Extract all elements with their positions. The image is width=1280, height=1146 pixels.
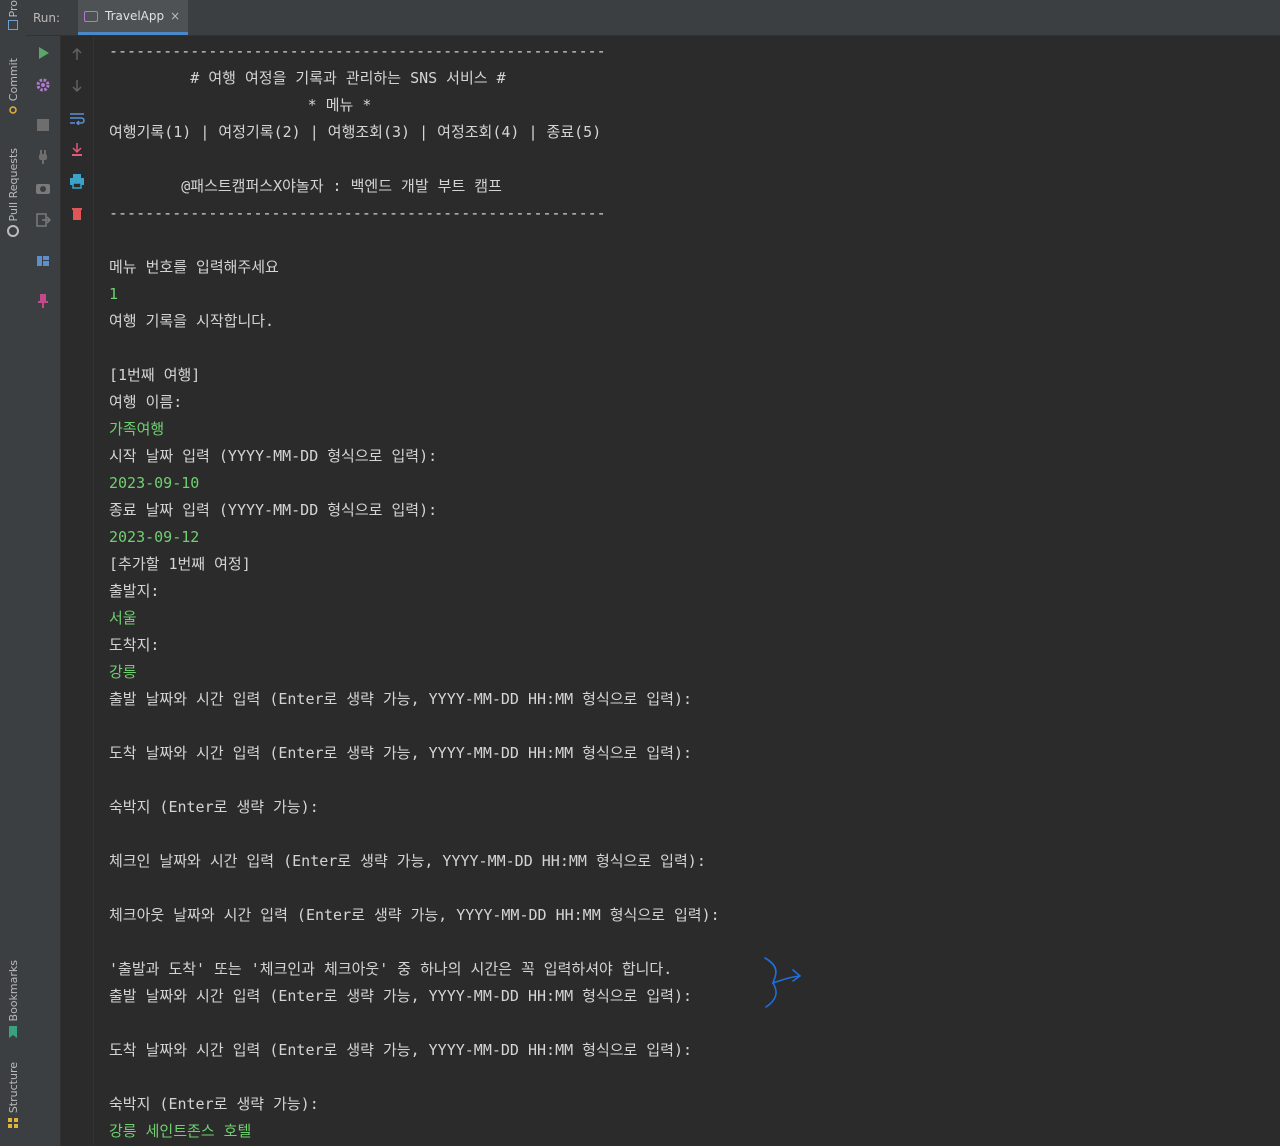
console-output[interactable]: ----------------------------------------… — [109, 38, 1280, 1146]
stop-button[interactable] — [26, 113, 60, 137]
console-output-line: 도착 날짜와 시간 입력 (Enter로 생략 가능, YYYY-MM-DD H… — [109, 744, 693, 762]
console-output-line: 출발 날짜와 시간 입력 (Enter로 생략 가능, YYYY-MM-DD H… — [109, 987, 693, 1005]
console-input-line: 2023-09-10 — [109, 474, 200, 492]
console-output-line: 종료 날짜 입력 (YYYY-MM-DD 형식으로 입력): — [109, 501, 438, 519]
github-icon — [7, 225, 19, 238]
exit-button[interactable] — [26, 208, 60, 232]
console-output-line: 여행 이름: — [109, 393, 183, 411]
console-output-line: 도착지: — [109, 636, 160, 654]
scroll-to-end-button[interactable] — [61, 138, 93, 162]
settings-icon — [36, 78, 50, 92]
console-input-line: 2023-09-12 — [109, 528, 200, 546]
stop-icon — [37, 119, 49, 131]
arrow-up-icon — [72, 47, 82, 60]
previous-occurrence-button[interactable] — [61, 42, 93, 66]
console-output-line: 시작 날짜 입력 (YYYY-MM-DD 형식으로 입력): — [109, 447, 438, 465]
stripe-bookmarks-label: Bookmarks — [6, 960, 20, 1022]
arrow-down-icon — [72, 80, 82, 93]
console-output-line: 여행 기록을 시작합니다. — [109, 312, 275, 330]
bookmark-icon — [9, 1026, 17, 1039]
stripe-pull-requests-label: Pull Requests — [6, 148, 20, 222]
console-input-line: 강릉 세인트존스 호텔 — [109, 1122, 252, 1140]
pin-tab-button[interactable] — [26, 289, 60, 313]
console-output-line: 여행기록(1) | 여정기록(2) | 여행조회(3) | 여정조회(4) | … — [109, 123, 602, 141]
stripe-structure[interactable]: Structure — [0, 1062, 26, 1129]
console-output-line: [추가할 1번째 여정] — [109, 555, 251, 573]
run-config-icon — [84, 10, 98, 22]
structure-icon — [8, 1118, 18, 1129]
console-input-line: 강릉 — [109, 663, 137, 681]
trash-icon — [72, 207, 82, 220]
console-output-line: 출발 날짜와 시간 입력 (Enter로 생략 가능, YYYY-MM-DD H… — [109, 690, 693, 708]
stripe-pull-requests[interactable]: Pull Requests — [0, 148, 26, 238]
handwritten-brace-annotation — [764, 957, 802, 1008]
print-icon — [70, 174, 84, 189]
stripe-bookmarks[interactable]: Bookmarks — [0, 960, 26, 1039]
soft-wrap-icon — [70, 113, 85, 125]
console-output-line: 숙박지 (Enter로 생략 가능): — [109, 798, 319, 816]
dump-threads-button[interactable] — [26, 176, 60, 200]
rerun-button[interactable] — [26, 41, 60, 65]
stripe-commit-label: Commit — [6, 58, 20, 102]
stripe-project-label: Pro — [6, 0, 20, 18]
console-output-line: 체크아웃 날짜와 시간 입력 (Enter로 생략 가능, YYYY-MM-DD… — [109, 906, 720, 924]
run-label: Run: — [33, 11, 61, 25]
close-icon[interactable]: × — [170, 9, 180, 23]
layout-icon — [37, 256, 49, 266]
soft-wrap-button[interactable] — [61, 106, 93, 130]
settings-button[interactable] — [26, 73, 60, 97]
console-output-line: [1번째 여행] — [109, 366, 201, 384]
left-tool-stripe: Pro Commit Pull Requests Bookmarks Struc… — [0, 0, 27, 1146]
console-input-line: 가족여행 — [109, 420, 165, 438]
exit-icon — [36, 213, 51, 227]
console-output-line: ----------------------------------------… — [109, 204, 606, 222]
run-tool-window-header: Run: TravelApp × — [26, 0, 1280, 36]
console-output-line: 체크인 날짜와 시간 입력 (Enter로 생략 가능, YYYY-MM-DD … — [109, 852, 706, 870]
rerun-icon — [39, 47, 49, 59]
console-input-line: 1 — [109, 285, 119, 303]
console-output-line: ----------------------------------------… — [109, 42, 606, 60]
layout-button[interactable] — [26, 249, 60, 273]
tab-travelapp[interactable]: TravelApp × — [78, 0, 188, 35]
print-button[interactable] — [61, 169, 93, 193]
console-output-line: @패스트캠퍼스X야놀자 : 백엔드 개발 부트 캠프 — [109, 177, 502, 195]
console-output-line: 출발지: — [109, 582, 160, 600]
camera-icon — [36, 184, 50, 194]
attach-debugger-button[interactable] — [26, 145, 60, 169]
project-icon — [8, 20, 18, 31]
clear-all-button[interactable] — [61, 201, 93, 225]
console-output-line: # 여행 여정을 기록과 관리하는 SNS 서비스 # — [109, 69, 506, 87]
commit-icon — [9, 106, 17, 114]
console-output-line: 도착 날짜와 시간 입력 (Enter로 생략 가능, YYYY-MM-DD H… — [109, 1041, 693, 1059]
stripe-commit[interactable]: Commit — [0, 58, 26, 115]
console-toolbar — [61, 36, 94, 1146]
pin-icon — [38, 294, 48, 308]
scroll-to-end-icon — [72, 143, 82, 156]
next-occurrence-button[interactable] — [61, 74, 93, 98]
run-toolbar — [26, 36, 61, 1146]
tab-label: TravelApp — [105, 9, 165, 23]
plug-icon — [39, 150, 47, 164]
console-output-line: * 메뉴 * — [109, 96, 372, 114]
stripe-structure-label: Structure — [6, 1062, 20, 1114]
console-input-line: 서울 — [109, 609, 137, 627]
stripe-project[interactable]: Pro — [0, 0, 26, 31]
console-output-line: 메뉴 번호를 입력해주세요 — [109, 258, 279, 276]
console-output-line: 숙박지 (Enter로 생략 가능): — [109, 1095, 319, 1113]
console-output-line: '출발과 도착' 또는 '체크인과 체크아웃' 중 하나의 시간은 꼭 입력하셔… — [109, 960, 673, 978]
